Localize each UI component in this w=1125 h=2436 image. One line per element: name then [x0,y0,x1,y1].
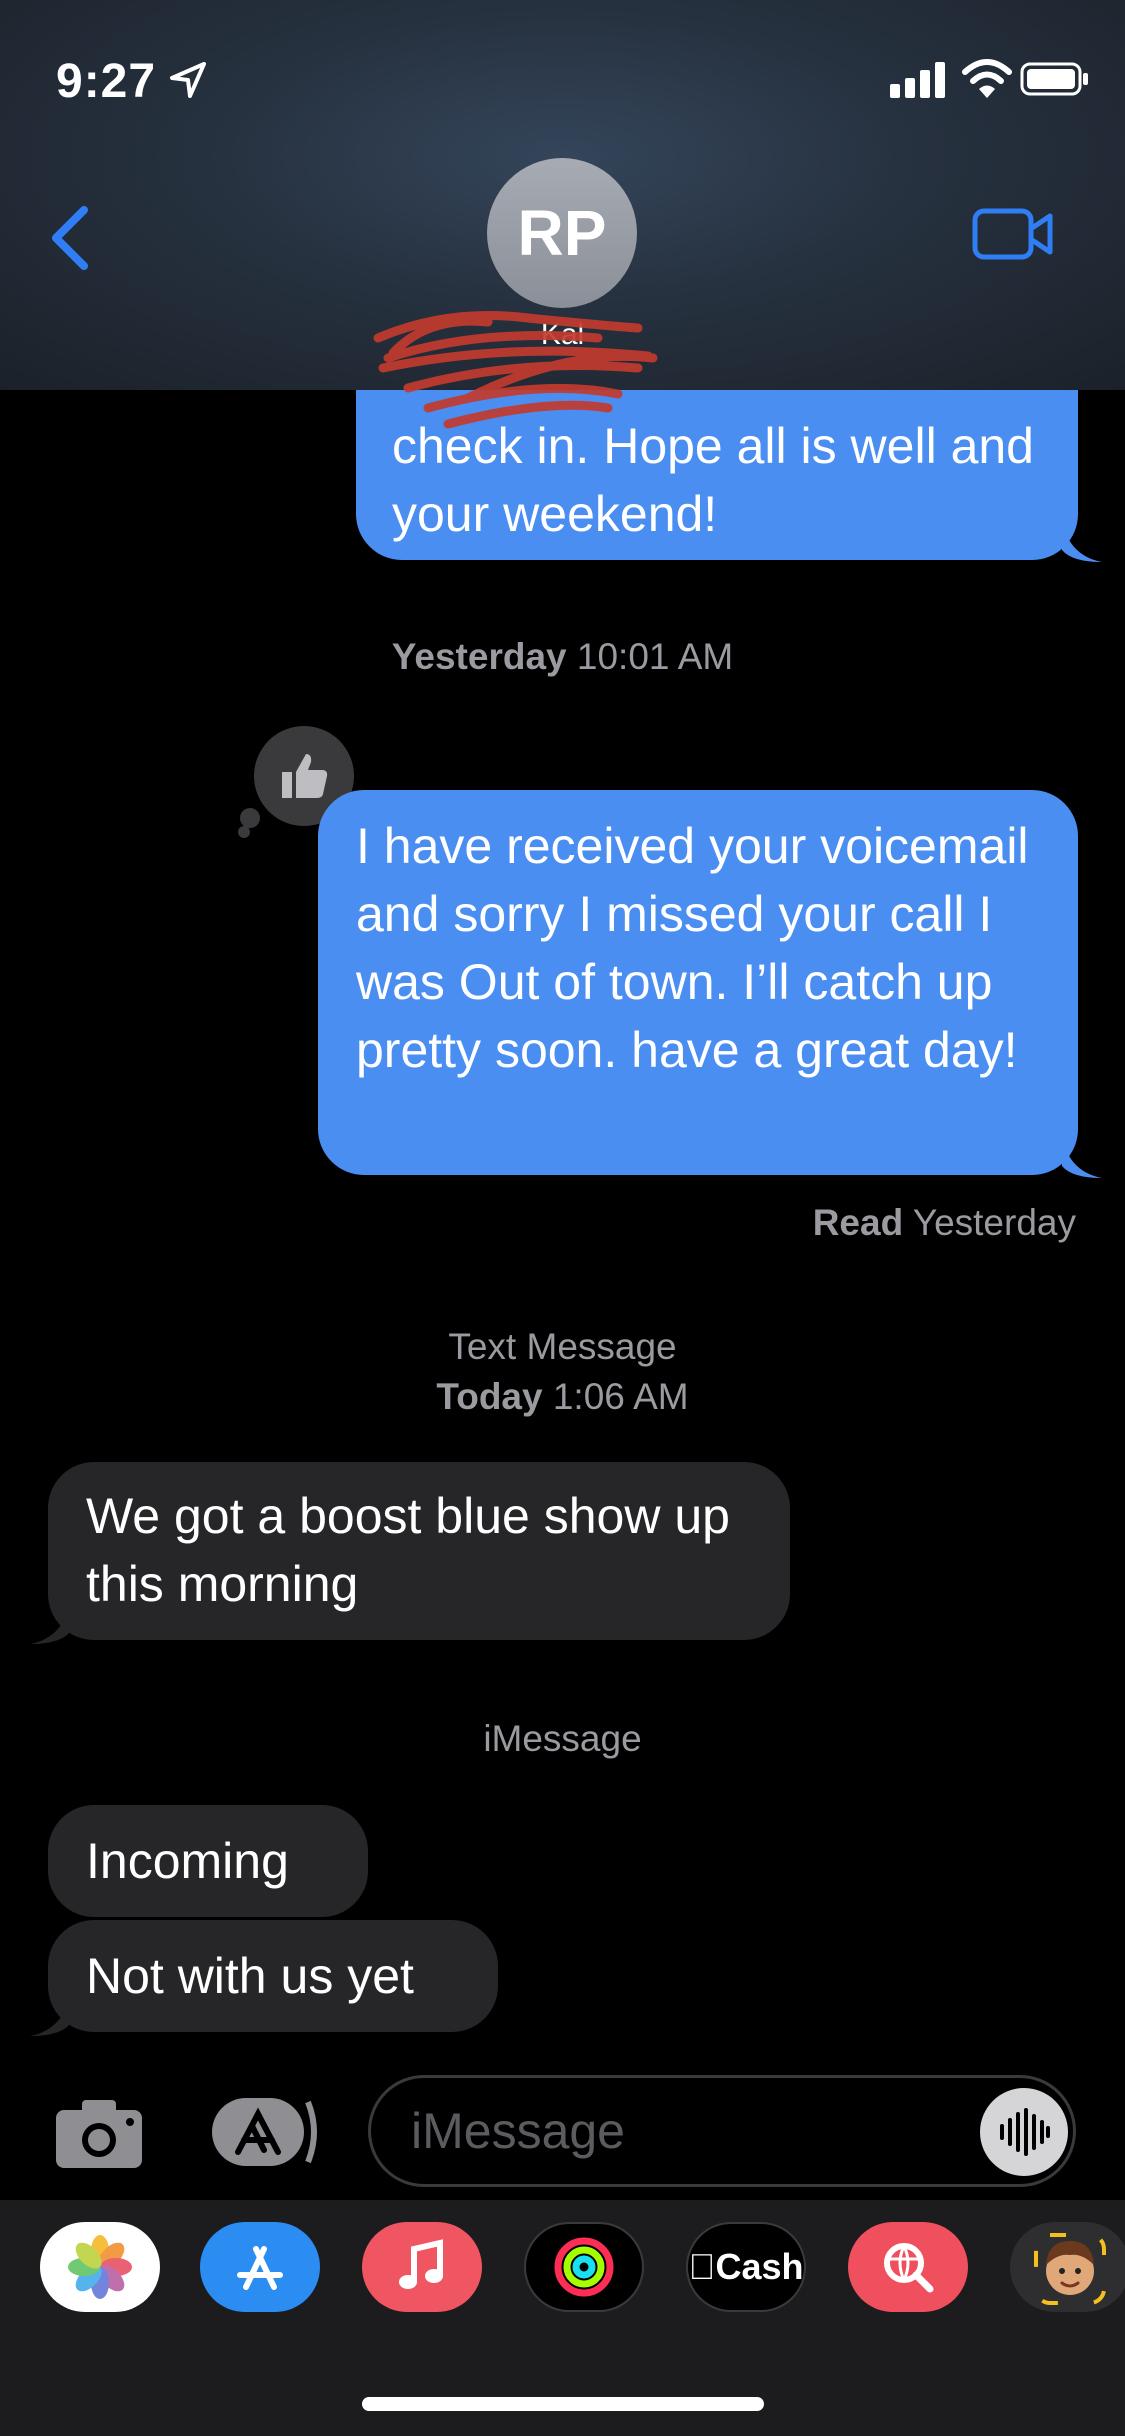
contact-avatar[interactable]: RP [487,158,637,308]
incoming-message[interactable]: Incoming [48,1805,368,1917]
photos-app-button[interactable] [40,2222,160,2312]
timestamp-day: Yesterday [391,636,567,677]
music-icon [399,2239,443,2289]
service-label: iMessage [483,1718,642,1759]
activity-rings-icon [554,2237,614,2297]
incoming-message[interactable]: We got a boost blue show up this morning [48,1462,790,1640]
timestamp: Today 1:06 AM [0,1376,1125,1418]
app-store-button[interactable] [200,2222,320,2312]
bubble-tail [30,1996,70,2036]
app-store-apps-icon[interactable] [208,2092,318,2172]
tapback-bubble-dot [238,826,250,838]
read-label: Read [812,1202,904,1243]
read-receipt: Read Yesterday [600,1202,1076,1244]
camera-icon[interactable] [52,2096,146,2172]
back-chevron-icon[interactable] [42,198,102,278]
location-arrow-icon [170,62,206,98]
cellular-signal-icon [890,62,950,98]
home-indicator[interactable] [362,2397,764,2411]
thumbs-up-icon [282,754,328,798]
timestamp: Yesterday 10:01 AM [0,636,1125,678]
redaction-scribble [373,311,658,429]
activity-app-button[interactable] [524,2222,644,2312]
outgoing-message[interactable]: I have received your voicemail and sorry… [318,790,1078,1175]
bubble-tail [1062,1138,1102,1178]
memoji-app-button[interactable] [1010,2222,1125,2312]
music-app-button[interactable] [362,2222,482,2312]
bubble-tail [1062,522,1102,562]
wifi-icon [962,59,1012,98]
incoming-message[interactable]: Not with us yet [48,1920,498,2032]
tapback-bubble-dot [240,808,260,828]
waveform-icon [1000,2108,1050,2156]
battery-icon [1020,62,1088,96]
memoji-icon [1034,2233,1106,2305]
photos-icon [68,2235,132,2299]
apple-logo-icon:  [688,2246,715,2288]
timestamp-time: 10:01 AM [576,636,734,677]
timestamp-time: 1:06 AM [552,1376,689,1417]
apple-cash-button[interactable]: Cash [686,2222,806,2312]
app-store-icon [237,2246,283,2290]
status-time: 9:27 [56,55,157,108]
image-search-icon [884,2243,934,2293]
bubble-tail [30,1604,70,1644]
message-input[interactable]: iMessage [368,2075,1076,2187]
read-when: Yesterday [912,1202,1076,1243]
image-search-app-button[interactable] [848,2222,968,2312]
apple-cash-label: Cash [701,2246,803,2287]
service-label: Text Message [448,1326,677,1367]
timestamp-day: Today [436,1376,543,1417]
audio-record-button[interactable] [980,2088,1068,2176]
facetime-video-icon[interactable] [972,208,1054,260]
